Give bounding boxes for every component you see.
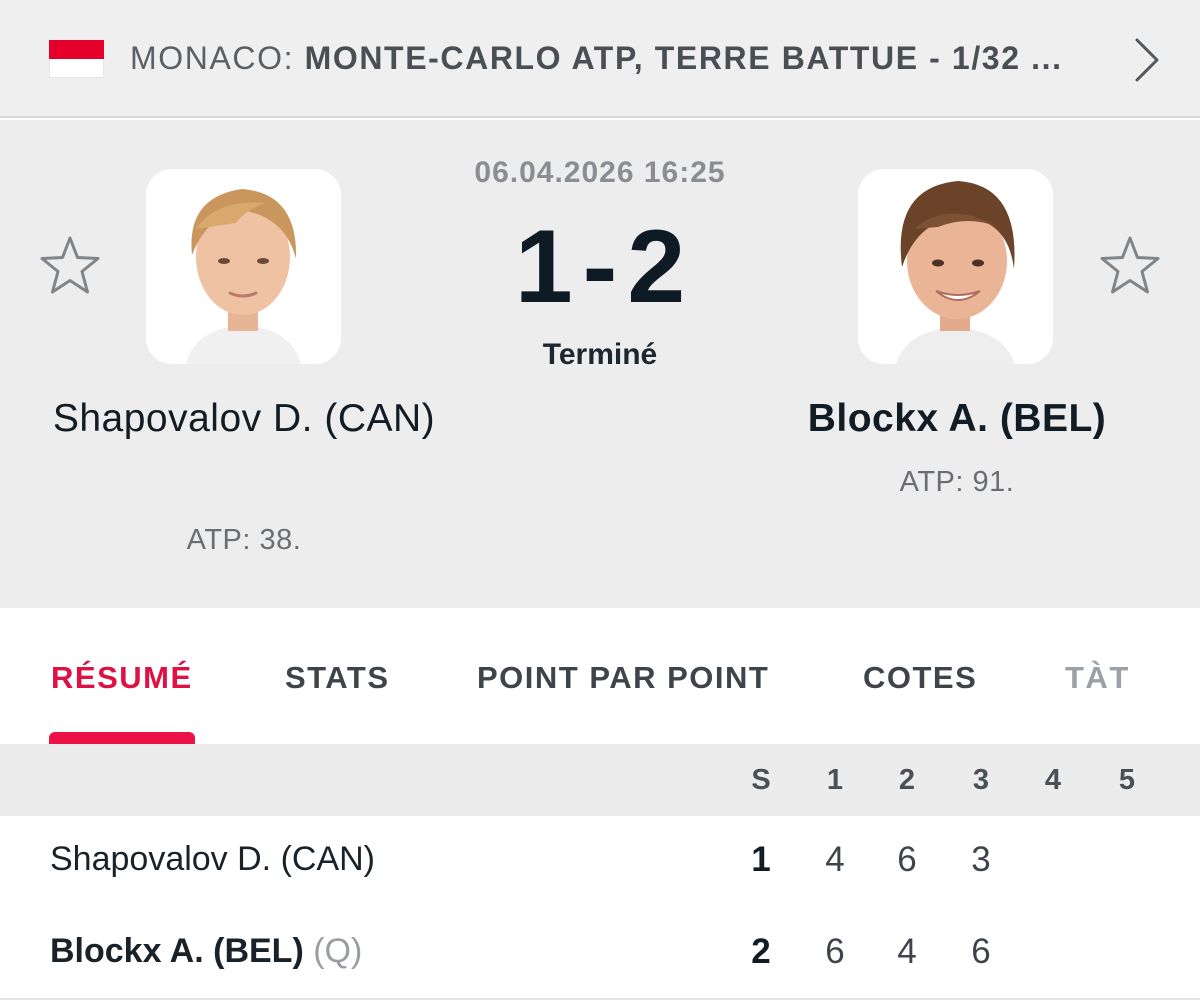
scoreboard-row-home: Shapovalov D. (CAN) 1 4 6 3 xyxy=(0,816,1200,908)
header-set-5: 5 xyxy=(1118,764,1136,796)
header-sets: S xyxy=(751,764,771,796)
away-score: 2 xyxy=(627,209,686,325)
home-player-rank: ATP: 38. xyxy=(186,524,302,556)
chevron-right-icon[interactable] xyxy=(1132,36,1162,84)
row-player-name: Blockx A. (BEL) (Q) xyxy=(50,932,362,971)
favorite-star-icon-away[interactable] xyxy=(1098,234,1162,298)
row-set-1-games: 4 xyxy=(825,840,845,879)
home-score: 1 xyxy=(514,209,573,325)
header-set-4: 4 xyxy=(1044,764,1062,796)
row-player-name: Shapovalov D. (CAN) xyxy=(50,840,376,878)
row-set-3-games: 3 xyxy=(971,840,991,879)
away-player-photo[interactable] xyxy=(858,169,1053,364)
row-set-2-games: 4 xyxy=(897,932,917,971)
tab-cotes[interactable]: COTES xyxy=(863,660,977,696)
scoreboard-row-away: Blockx A. (BEL) (Q) 2 6 4 6 xyxy=(0,908,1200,1000)
row-set-2-games: 6 xyxy=(897,840,917,879)
row-sets-won: 1 xyxy=(751,840,771,879)
match-status: Terminé xyxy=(542,338,658,371)
league-country: MONACO: xyxy=(130,40,295,76)
away-player-rank: ATP: 91. xyxy=(899,466,1015,498)
tab-bar: RÉSUMÉ STATS POINT PAR POINT COTES TÀT xyxy=(0,608,1200,744)
favorite-star-icon-home[interactable] xyxy=(38,234,102,298)
home-player-name[interactable]: Shapovalov D. (CAN) xyxy=(40,396,448,442)
scoreboard-header: S 1 2 3 4 5 xyxy=(0,744,1200,816)
match-datetime: 06.04.2026 16:25 xyxy=(474,156,726,189)
monaco-flag-icon xyxy=(49,40,104,78)
header-set-1: 1 xyxy=(826,764,844,796)
league-name: MONTE-CARLO ATP, TERRE BATTUE - 1/32 ... xyxy=(304,40,1063,76)
qualifier-badge: (Q) xyxy=(313,932,363,970)
row-set-1-games: 6 xyxy=(825,932,845,971)
away-player-name[interactable]: Blockx A. (BEL) xyxy=(752,396,1162,442)
score-separator: - xyxy=(582,209,618,325)
league-title: MONACO: MONTE-CARLO ATP, TERRE BATTUE - … xyxy=(130,40,1110,77)
league-header[interactable]: MONACO: MONTE-CARLO ATP, TERRE BATTUE - … xyxy=(0,0,1200,118)
tab-stats[interactable]: STATS xyxy=(285,660,390,696)
row-sets-won: 2 xyxy=(751,932,771,971)
home-player-photo[interactable] xyxy=(146,169,341,364)
row-player-name-text: Blockx A. (BEL) xyxy=(50,932,304,970)
tab-resume[interactable]: RÉSUMÉ xyxy=(51,660,193,696)
header-set-2: 2 xyxy=(898,764,916,796)
match-header: 06.04.2026 16:25 1-2 Terminé Shapovalov … xyxy=(0,120,1200,608)
active-tab-indicator xyxy=(49,732,195,744)
tab-point-par-point[interactable]: POINT PAR POINT xyxy=(477,660,769,696)
tab-tat[interactable]: TÀT xyxy=(1065,660,1130,696)
row-set-3-games: 6 xyxy=(971,932,991,971)
header-set-3: 3 xyxy=(972,764,990,796)
match-score: 1-2 xyxy=(400,212,800,322)
